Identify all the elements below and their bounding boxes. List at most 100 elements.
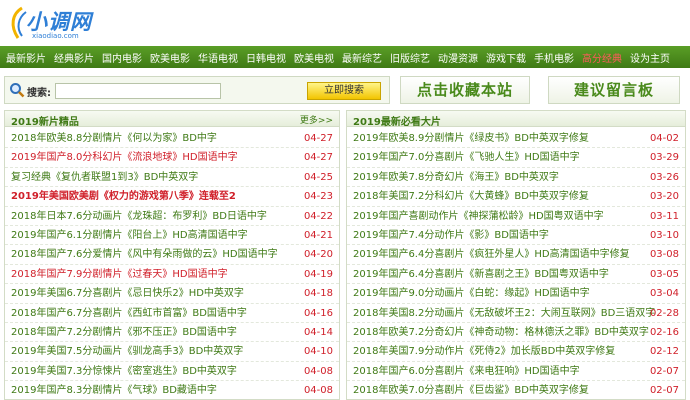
list-item[interactable]: 2018年欧美8.8分剧情片《何以为家》BD中字 04-27 <box>5 129 339 149</box>
movie-title-link[interactable]: 2018年国产6.7分喜剧片《西虹市首富》BD国语中字 <box>11 308 247 319</box>
nav-item[interactable]: 欧美电视 <box>294 50 334 65</box>
movie-title-link[interactable]: 2019年国产7.4分动作片《影》BD国语中字 <box>353 230 549 241</box>
movie-title-link[interactable]: 2018年欧美7.0分喜剧片《巨齿鲨》BD中英双字修复 <box>353 385 589 396</box>
list-item[interactable]: 2019年欧美8.9分剧情片《绿皮书》BD中英双字修复 04-02 <box>347 129 685 149</box>
movie-title-link[interactable]: 2019年国产9.0分动画片《白蛇：缘起》HD国语中字 <box>353 288 590 299</box>
list-item[interactable]: 2019年国产8.3分剧情片《气球》BD藏语中字 04-08 <box>5 381 339 399</box>
movie-title-link[interactable]: 2018年日本7.6分动画片《龙珠超：布罗利》BD日语中字 <box>11 211 267 222</box>
list-item[interactable]: 2018年国产7.6分爱情片《风中有朵雨做的云》HD国语中字 04-20 <box>5 245 339 265</box>
movie-title-link[interactable]: 2019年欧美7.8分奇幻片《海王》BD中英双字 <box>353 172 559 183</box>
movie-title-link[interactable]: 2019年国产8.0分科幻片《流浪地球》HD国语中字 <box>11 152 238 163</box>
list-item[interactable]: 2018年国产6.0分喜剧片《来电狂响》HD国语中字 02-07 <box>347 362 685 382</box>
movie-date: 02-28 <box>649 307 679 319</box>
movie-title-link[interactable]: 2018年欧美8.8分剧情片《何以为家》BD中字 <box>11 133 217 144</box>
movie-title-link[interactable]: 2019年国产7.0分喜剧片《飞驰人生》HD国语中字 <box>353 152 580 163</box>
movie-title-link[interactable]: 2018年美国7.9分动作片《死侍2》加长版BD中英双字修复 <box>353 346 615 357</box>
movie-date: 04-23 <box>303 191 333 203</box>
movie-title-link[interactable]: 2019年国产6.1分剧情片《阳台上》HD高清国语中字 <box>11 230 248 241</box>
list-item[interactable]: 2018年欧美7.2分奇幻片《神奇动物：格林德沃之罪》BD中英双字 02-16 <box>347 323 685 343</box>
movie-title-link[interactable]: 2018年欧美7.2分奇幻片《神奇动物：格林德沃之罪》BD中英双字 <box>353 327 649 338</box>
movie-title-link[interactable]: 2018年美国7.2分科幻片《大黄蜂》BD中英双字修复 <box>353 191 589 202</box>
list-item[interactable]: 2019年美国7.3分惊悚片《密室逃生》BD中英双字 04-08 <box>5 362 339 382</box>
movie-title-link[interactable]: 2019年美国7.3分惊悚片《密室逃生》BD中英双字 <box>11 366 237 377</box>
list-item[interactable]: 2018年美国7.9分动作片《死侍2》加长版BD中英双字修复 02-12 <box>347 342 685 362</box>
logo-domain: xiaodiao.com <box>32 32 79 40</box>
movie-date: 02-07 <box>649 365 679 377</box>
movie-date: 03-05 <box>649 268 679 280</box>
nav-item[interactable]: 经典影片 <box>54 50 94 65</box>
movie-title-link[interactable]: 2019年美国7.5分动画片《驯龙高手3》BD中英双字 <box>11 346 243 357</box>
movie-title-link[interactable]: 2019年国产8.3分剧情片《气球》BD藏语中字 <box>11 385 217 396</box>
list-item[interactable]: 2018年国产7.2分剧情片《邪不压正》BD国语中字 04-14 <box>5 323 339 343</box>
nav-item[interactable]: 华语电视 <box>198 50 238 65</box>
movie-title-link[interactable]: 2018年国产6.0分喜剧片《来电狂响》HD国语中字 <box>353 366 580 377</box>
movie-title-link[interactable]: 2019年国产6.4分喜剧片《疯狂外星人》HD高清国语中字修复 <box>353 249 630 260</box>
movie-date: 04-18 <box>303 288 333 300</box>
list-item[interactable]: 2018年美国7.2分科幻片《大黄蜂》BD中英双字修复 03-20 <box>347 187 685 207</box>
search-icon <box>10 83 25 98</box>
nav-item[interactable]: 设为主页 <box>630 50 670 65</box>
movie-date: 04-10 <box>303 346 333 358</box>
list-item[interactable]: 2019年国产9.0分动画片《白蛇：缘起》HD国语中字 03-04 <box>347 284 685 304</box>
list-item[interactable]: 2019年欧美7.8分奇幻片《海王》BD中英双字 03-26 <box>347 168 685 188</box>
movie-date: 04-22 <box>303 210 333 222</box>
list-item[interactable]: 2019年国产6.1分剧情片《阳台上》HD高清国语中字 04-21 <box>5 226 339 246</box>
list-item[interactable]: 复习经典《复仇者联盟1到3》BD中英双字 04-25 <box>5 168 339 188</box>
nav-item[interactable]: 动漫资源 <box>438 50 478 65</box>
movie-title-link[interactable]: 2019年国产喜剧动作片《神探蒲松龄》HD国粤双语中字 <box>353 211 604 222</box>
movie-date: 04-08 <box>303 365 333 377</box>
list-item[interactable]: 2018年国产7.9分剧情片《过春天》HD国语中字 04-19 <box>5 265 339 285</box>
nav-item[interactable]: 高分经典 <box>582 50 622 65</box>
list-item[interactable]: 2019年国产6.4分喜剧片《疯狂外星人》HD高清国语中字修复 03-08 <box>347 245 685 265</box>
search-input[interactable] <box>55 83 221 99</box>
movie-title-link[interactable]: 2018年国产7.9分剧情片《过春天》HD国语中字 <box>11 269 228 280</box>
movie-title-link[interactable]: 2018年美国8.2分动画片《无敌破坏王2：大闹互联网》BD三语双字 <box>353 308 655 319</box>
list-item[interactable]: 2019年国产7.4分动作片《影》BD国语中字 03-10 <box>347 226 685 246</box>
list-item[interactable]: 2018年美国8.2分动画片《无敌破坏王2：大闹互联网》BD三语双字 02-28 <box>347 304 685 323</box>
list-item[interactable]: 2018年国产6.7分喜剧片《西虹市首富》BD国语中字 04-16 <box>5 304 339 323</box>
movie-date: 03-29 <box>649 152 679 164</box>
list-item[interactable]: 2018年日本7.6分动画片《龙珠超：布罗利》BD日语中字 04-22 <box>5 207 339 226</box>
movie-date: 03-20 <box>649 191 679 203</box>
movie-date: 04-08 <box>303 385 333 397</box>
nav-item[interactable]: 手机电影 <box>534 50 574 65</box>
panel-title: 2019最新必看大片 <box>353 117 441 128</box>
search-label: 搜索: <box>27 88 51 99</box>
main-nav: 最新影片 经典影片 国内电影 欧美电影 华语电视 日韩电视 欧美电视 最新综艺 旧版综艺 动漫资源… <box>0 46 690 68</box>
movie-title-link[interactable]: 2019年美国欧美剧《权力的游戏第八季》连载至2 <box>11 191 236 202</box>
site-logo[interactable]: 小调网 xiaodiao.com <box>8 4 104 44</box>
movie-date: 02-16 <box>649 326 679 338</box>
add-favorite-button[interactable]: 点击收藏本站 <box>400 76 530 104</box>
movie-title-link[interactable]: 2019年国产6.4分喜剧片《新喜剧之王》BD国粤双语中字 <box>353 269 609 280</box>
nav-item[interactable]: 欧美电影 <box>150 50 190 65</box>
search-bar: 搜索: 立即搜索 点击收藏本站 建议留言板 <box>0 74 690 106</box>
movie-list: 2018年欧美8.8分剧情片《何以为家》BD中字 04-27 2019年国产8.0分… <box>5 127 339 399</box>
movie-date: 04-14 <box>303 326 333 338</box>
list-item[interactable]: 2019年国产8.0分科幻片《流浪地球》HD国语中字 04-27 <box>5 148 339 168</box>
new-movies-panel: 2019新片精品 更多>> 2018年欧美8.8分剧情片《何以为家》BD中字 04… <box>4 110 340 400</box>
more-link[interactable]: 更多>> <box>300 113 333 126</box>
list-item[interactable]: 2019年国产7.0分喜剧片《飞驰人生》HD国语中字 03-29 <box>347 148 685 168</box>
search-button[interactable]: 立即搜索 <box>307 82 381 100</box>
movie-date: 04-25 <box>303 171 333 183</box>
movie-title-link[interactable]: 2018年国产7.6分爱情片《风中有朵雨做的云》HD国语中字 <box>11 249 278 260</box>
nav-item[interactable]: 游戏下载 <box>486 50 526 65</box>
movie-title-link[interactable]: 复习经典《复仇者联盟1到3》BD中英双字 <box>11 172 198 183</box>
movie-title-link[interactable]: 2019年欧美8.9分剧情片《绿皮书》BD中英双字修复 <box>353 133 589 144</box>
movie-title-link[interactable]: 2019年美国6.7分喜剧片《忌日快乐2》HD中英双字 <box>11 288 244 299</box>
nav-item[interactable]: 旧版综艺 <box>390 50 430 65</box>
nav-item[interactable]: 最新综艺 <box>342 50 382 65</box>
list-item[interactable]: 2019年美国欧美剧《权力的游戏第八季》连载至2 04-23 <box>5 187 339 207</box>
list-item[interactable]: 2019年国产喜剧动作片《神探蒲松龄》HD国粤双语中字 03-11 <box>347 207 685 226</box>
list-item[interactable]: 2019年国产6.4分喜剧片《新喜剧之王》BD国粤双语中字 03-05 <box>347 265 685 285</box>
list-item[interactable]: 2018年欧美7.0分喜剧片《巨齿鲨》BD中英双字修复 02-07 <box>347 381 685 399</box>
nav-item[interactable]: 国内电影 <box>102 50 142 65</box>
nav-item[interactable]: 最新影片 <box>6 50 46 65</box>
movie-title-link[interactable]: 2018年国产7.2分剧情片《邪不压正》BD国语中字 <box>11 327 237 338</box>
list-item[interactable]: 2019年美国7.5分动画片《驯龙高手3》BD中英双字 04-10 <box>5 342 339 362</box>
movie-date: 03-10 <box>649 229 679 241</box>
guestbook-button[interactable]: 建议留言板 <box>548 76 680 104</box>
list-item[interactable]: 2019年美国6.7分喜剧片《忌日快乐2》HD中英双字 04-18 <box>5 284 339 304</box>
movie-date: 02-07 <box>649 385 679 397</box>
nav-item[interactable]: 日韩电视 <box>246 50 286 65</box>
